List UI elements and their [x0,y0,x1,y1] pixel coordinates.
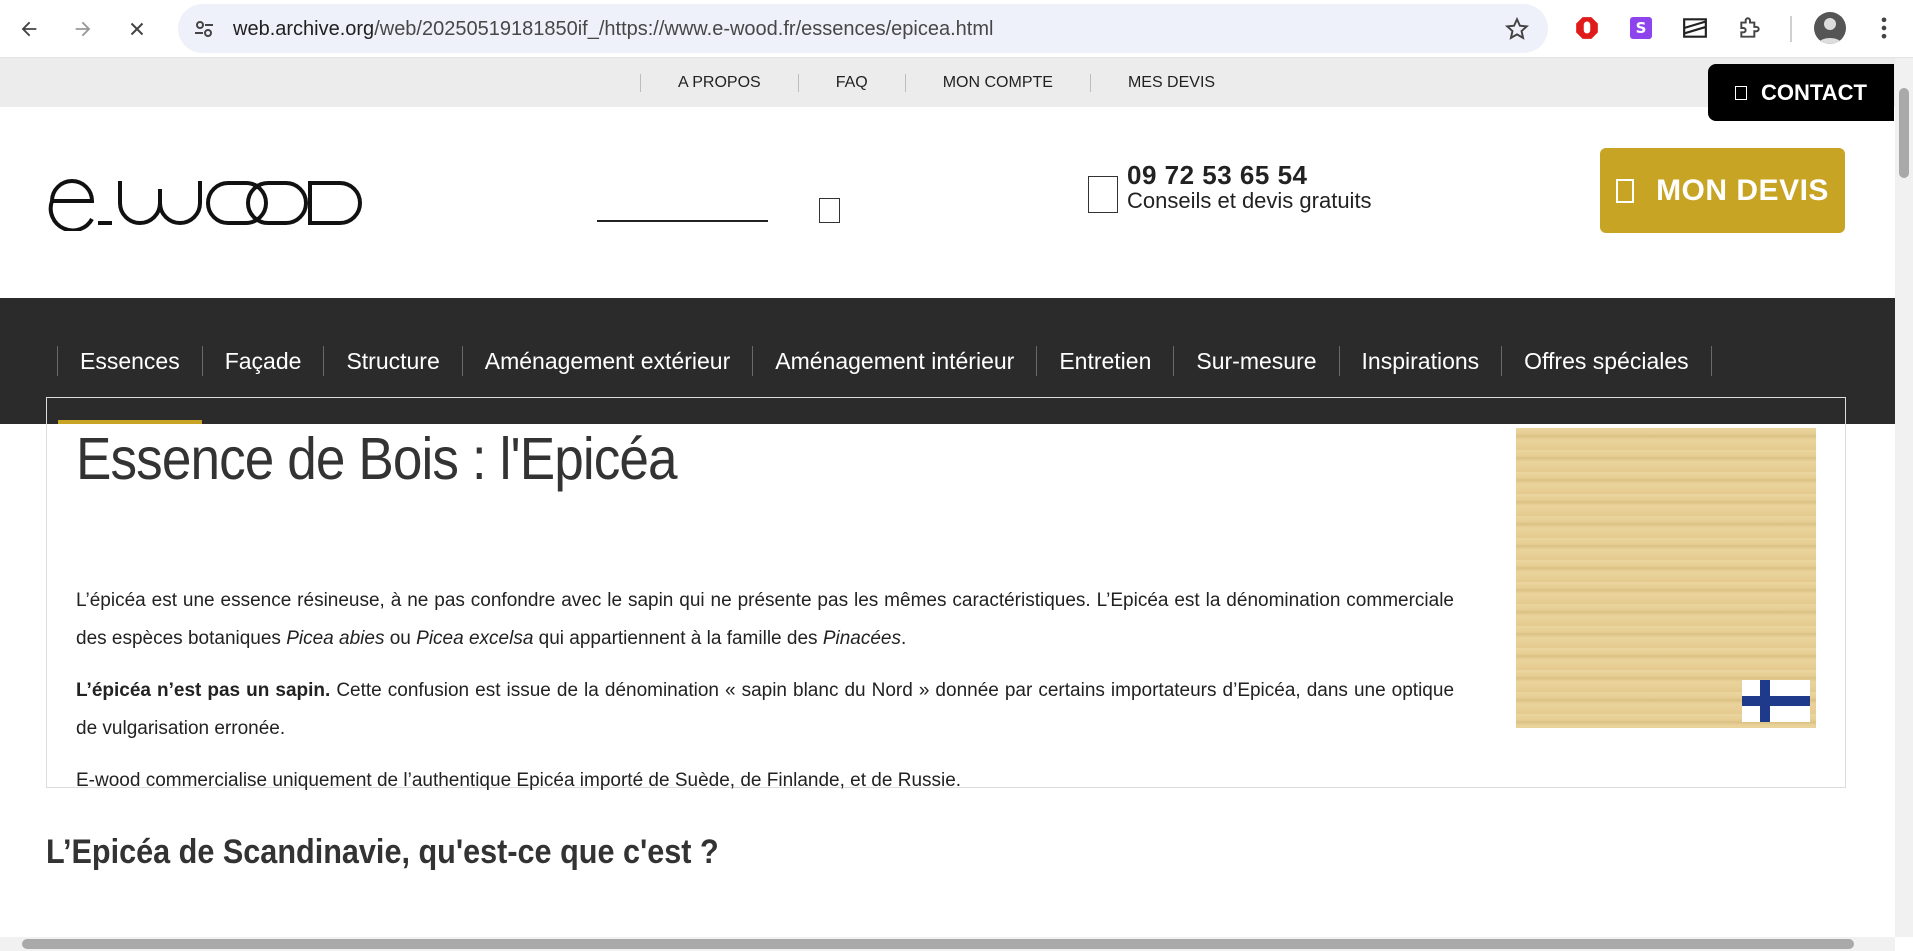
profile-avatar[interactable] [1814,12,1846,44]
quote-icon [1616,178,1635,203]
contact-label: CONTACT [1761,79,1867,105]
stop-icon[interactable] [120,12,154,46]
horizontal-scroll-thumb[interactable] [22,939,1854,949]
extensions-puzzle-icon[interactable] [1736,14,1764,42]
utility-bar: A PROPOS FAQ MON COMPTE MES DEVIS [0,58,1895,107]
intro-paragraph-3: E-wood commercialise uniquement de l’aut… [76,770,962,791]
nav-item-sur-mesure[interactable]: Sur-mesure [1173,346,1338,376]
url-host: web.archive.org [233,18,375,40]
nav-item-entretien[interactable]: Entretien [1036,346,1173,376]
menu-kebab-icon[interactable] [1870,14,1898,42]
nav-item-amenagement-exterieur[interactable]: Aménagement extérieur [461,346,752,376]
p1-text-d: . [900,628,907,649]
phone-subtitle: Conseils et devis gratuits [1127,188,1372,213]
p1-family: Pinacées [822,628,901,649]
bookmark-star-icon[interactable] [1504,16,1530,42]
address-bar[interactable]: web.archive.org/web/20250519181850if_/ht… [178,4,1548,53]
p1-text-b: ou [384,628,417,649]
p1-species-2: Picea excelsa [416,628,534,649]
horizontal-scrollbar[interactable] [0,937,1895,951]
section-title: L’Epicéa de Scandinavie, qu'est-ce que c… [46,833,719,871]
link-a-propos[interactable]: A PROPOS [640,73,798,92]
url-path: /web/20250519181850if_/https://www.e-woo… [374,18,994,40]
adblock-extension-icon[interactable] [1573,14,1601,42]
nav-item-inspirations[interactable]: Inspirations [1338,346,1502,376]
link-faq[interactable]: FAQ [797,73,905,92]
intro-paragraph-2: L’épicéa n’est pas un sapin. Cette confu… [76,672,1454,748]
search-input[interactable] [597,220,768,222]
link-mon-compte[interactable]: MON COMPTE [904,73,1090,92]
envelope-icon [1735,85,1748,100]
page-title: Essence de Bois : l'Epicéa [76,426,678,492]
nav-item-amenagement-interieur[interactable]: Aménagement intérieur [752,346,1036,376]
nav-item-facade[interactable]: Façade [201,346,324,376]
vertical-scroll-thumb[interactable] [1899,88,1909,178]
browser-toolbar: web.archive.org/web/20250519181850if_/ht… [0,0,1913,58]
p1-text-c: qui appartiennent à la famille des [533,628,823,649]
intro-paragraph-1: L’épicéa est une essence résineuse, à ne… [76,582,1454,658]
search-icon[interactable] [819,198,840,223]
phone-icon [1088,176,1118,213]
phone-number[interactable]: 09 72 53 65 54 [1127,160,1308,191]
e-wood-logo[interactable] [48,171,373,231]
media-extension-icon[interactable] [1681,14,1709,42]
contact-button[interactable]: CONTACT [1708,64,1894,121]
p2-bold: L’épicéa n’est pas un sapin. [76,680,331,701]
site-settings-icon[interactable] [192,17,216,41]
toolbar-separator [1790,16,1792,42]
mon-devis-button[interactable]: MON DEVIS [1600,148,1845,233]
utility-links: A PROPOS FAQ MON COMPTE MES DEVIS [640,58,1252,107]
nav-item-structure[interactable]: Structure [323,346,461,376]
back-icon[interactable] [12,12,46,46]
p1-species-1: Picea abies [286,628,385,649]
finland-flag-icon [1742,680,1810,722]
devis-label: MON DEVIS [1656,173,1829,207]
vertical-scrollbar[interactable] [1895,58,1913,937]
nav-item-offres-speciales[interactable]: Offres spéciales [1501,346,1712,376]
nav-item-essences[interactable]: Essences [57,346,202,424]
svg-text:S: S [1636,19,1647,37]
url-text[interactable]: web.archive.org/web/20250519181850if_/ht… [233,18,993,41]
forward-icon[interactable] [66,12,100,46]
link-mes-devis[interactable]: MES DEVIS [1089,73,1252,92]
s-extension-icon[interactable]: S [1627,14,1655,42]
